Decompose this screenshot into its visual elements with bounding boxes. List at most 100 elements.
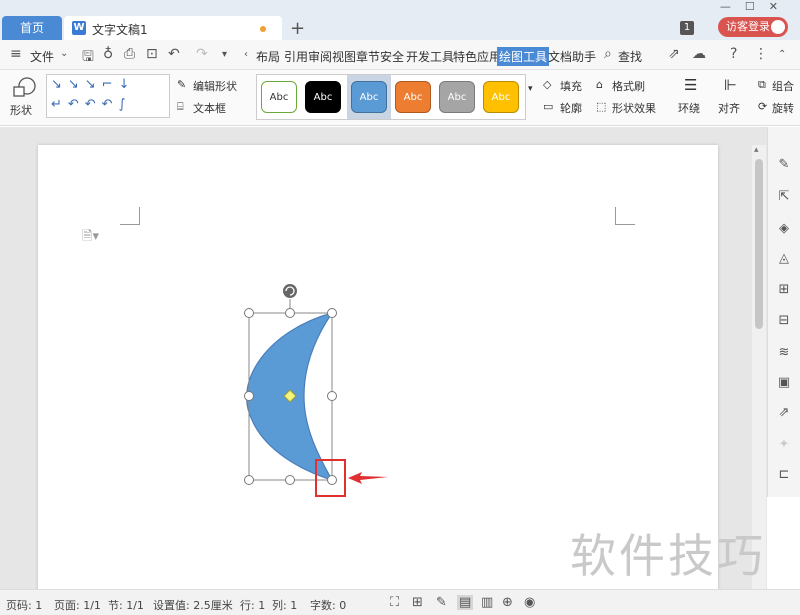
status-section[interactable]: 节: 1/1 xyxy=(108,597,144,613)
rotate-icon[interactable]: ⟳ xyxy=(758,100,767,113)
style-swatch[interactable]: Abc xyxy=(483,81,519,113)
grid-icon[interactable]: ⊟ xyxy=(776,313,792,329)
paragraph-marker-icon[interactable]: 🗎▾ xyxy=(82,227,99,249)
gallery-more-icon[interactable]: ▾ xyxy=(528,84,533,94)
print-icon[interactable]: ⎙ xyxy=(124,46,135,62)
cursor-icon[interactable]: ⇱ xyxy=(776,189,792,205)
tab-special[interactable]: 特色应用 xyxy=(453,48,501,65)
save-icon[interactable]: 🖫 xyxy=(82,46,94,70)
close-icon[interactable]: ✕ xyxy=(769,0,792,13)
align-icon[interactable]: ⊩ xyxy=(724,76,737,94)
resize-handle-sw[interactable] xyxy=(244,475,254,485)
status-pages[interactable]: 页面: 1/1 xyxy=(54,597,101,613)
textbox-icon[interactable]: ⌸ xyxy=(177,100,184,114)
style-swatch[interactable]: Abc xyxy=(261,81,297,113)
file-menu[interactable]: 文件 xyxy=(30,48,54,65)
share-icon[interactable]: ⇗ xyxy=(668,46,680,62)
status-word-count[interactable]: 字数: 0 xyxy=(310,597,346,613)
outline-view-icon[interactable]: ▥ xyxy=(481,595,493,610)
resize-handle-nw[interactable] xyxy=(244,308,254,318)
export-icon[interactable]: ⇗ xyxy=(776,405,792,421)
rotate-button[interactable]: 旋转 xyxy=(772,100,794,116)
chevron-down-icon[interactable]: ⌄ xyxy=(60,48,68,59)
resize-handle-e[interactable] xyxy=(327,391,337,401)
fullscreen-icon[interactable]: ⛶ xyxy=(390,595,399,610)
fill-button[interactable]: 填充 xyxy=(560,78,582,94)
wrap-button[interactable]: 环绕 xyxy=(678,100,700,116)
tab-drawing-tools[interactable]: 绘图工具 xyxy=(497,47,550,66)
read-mode-icon[interactable]: ⊞ xyxy=(412,595,423,610)
scroll-up-icon[interactable]: ▴ xyxy=(754,145,759,155)
fill-icon[interactable]: ◇ xyxy=(543,78,551,91)
resize-handle-s[interactable] xyxy=(285,475,295,485)
format-painter-icon-2[interactable]: ⌂ xyxy=(596,78,603,91)
resize-handle-ne[interactable] xyxy=(327,308,337,318)
edit-shape-button[interactable]: 编辑形状 xyxy=(193,78,237,94)
search-label[interactable]: 查找 xyxy=(618,48,642,65)
group-button[interactable]: 组合 xyxy=(772,78,794,94)
group-icon[interactable]: ⧉ xyxy=(758,78,766,92)
minimize-icon[interactable]: — xyxy=(720,0,745,13)
textbox-button[interactable]: 文本框 xyxy=(193,100,226,116)
tab-view[interactable]: 视图 xyxy=(332,48,356,65)
new-tab-button[interactable]: + xyxy=(290,18,305,39)
edit-shape-icon[interactable]: ✎ xyxy=(177,78,186,91)
tab-layout[interactable]: 布局 xyxy=(256,48,280,65)
tab-developer[interactable]: 开发工具 xyxy=(406,48,454,65)
tab-home[interactable]: 首页 xyxy=(2,16,62,40)
align-button[interactable]: 对齐 xyxy=(718,100,740,116)
rotation-handle[interactable] xyxy=(283,284,297,298)
tab-doc-assistant[interactable]: 文档助手 xyxy=(548,48,596,65)
outline-button[interactable]: 轮廓 xyxy=(560,100,582,116)
shape-style-gallery[interactable]: Abc Abc Abc Abc Abc Abc xyxy=(256,74,526,120)
tab-document[interactable]: W 文字文稿1 xyxy=(64,16,282,40)
shapes-panel-icon[interactable]: ◈ xyxy=(776,221,792,237)
status-column[interactable]: 列: 1 xyxy=(272,597,297,613)
line-shapes-gallery[interactable]: ↘↘↘⌐↓ ↵↶↶↶∫ xyxy=(46,74,170,118)
hamburger-icon[interactable]: ≡ xyxy=(10,46,22,62)
resize-handle-n[interactable] xyxy=(285,308,295,318)
style-swatch[interactable]: Abc xyxy=(439,81,475,113)
settings-sliders-icon[interactable]: ≋ xyxy=(776,345,792,361)
redo-icon[interactable]: ↷ xyxy=(196,46,208,62)
style-swatch[interactable]: Abc xyxy=(395,81,431,113)
more-quick-icon[interactable]: ▾ xyxy=(222,49,227,60)
resize-handle-se[interactable] xyxy=(327,475,337,485)
wrap-icon[interactable]: ☰ xyxy=(684,76,697,94)
shape-button[interactable]: 形状 xyxy=(6,74,42,120)
window-count-badge[interactable]: 1 xyxy=(680,21,694,35)
scrollbar-thumb[interactable] xyxy=(755,159,763,329)
window-controls[interactable]: —☐✕ xyxy=(720,0,792,13)
page-view-icon[interactable]: ▤ xyxy=(457,595,474,610)
print-preview-icon[interactable]: ⊡ xyxy=(146,46,158,62)
tab-security[interactable]: 安全 xyxy=(380,48,404,65)
help-icon[interactable]: ? xyxy=(730,46,737,62)
search-icon[interactable]: ⌕ xyxy=(604,46,612,62)
archive-icon[interactable]: ⊏ xyxy=(776,467,792,483)
web-view-icon[interactable]: ⊕ xyxy=(502,595,513,610)
style-swatch[interactable]: Abc xyxy=(351,81,387,113)
format-painter-button[interactable]: 格式刷 xyxy=(612,78,645,94)
cloud-icon[interactable]: ☁ xyxy=(692,46,706,62)
status-row[interactable]: 行: 1 xyxy=(240,597,265,613)
tab-chapter[interactable]: 章节 xyxy=(356,48,380,65)
resize-handle-w[interactable] xyxy=(244,391,254,401)
undo-icon[interactable]: ↶ xyxy=(168,46,180,62)
shape-effects-icon[interactable]: ⬚ xyxy=(596,100,606,113)
status-page-number[interactable]: 页码: 1 xyxy=(6,597,42,613)
eye-protection-icon[interactable]: ◉ xyxy=(524,595,535,610)
write-mode-icon[interactable]: ✎ xyxy=(436,595,447,610)
tab-references[interactable]: 引用 xyxy=(284,48,308,65)
style-swatch[interactable]: Abc xyxy=(305,81,341,113)
tab-review[interactable]: 审阅 xyxy=(308,48,332,65)
tabs-scroll-left-icon[interactable]: ‹ xyxy=(244,49,248,60)
shape-effects-button[interactable]: 形状效果 xyxy=(612,100,656,116)
fill-panel-icon[interactable]: ◬ xyxy=(776,251,792,267)
pen-icon[interactable]: ✎ xyxy=(776,157,792,173)
visitor-login-button[interactable]: 访客登录 xyxy=(718,17,788,37)
outline-icon[interactable]: ▭ xyxy=(543,100,553,113)
format-painter-icon[interactable]: ♁ xyxy=(103,46,113,62)
status-position[interactable]: 设置值: 2.5厘米 xyxy=(153,597,233,613)
table-icon[interactable]: ⊞ xyxy=(776,282,792,298)
more-icon[interactable]: ⋮ xyxy=(754,46,768,62)
